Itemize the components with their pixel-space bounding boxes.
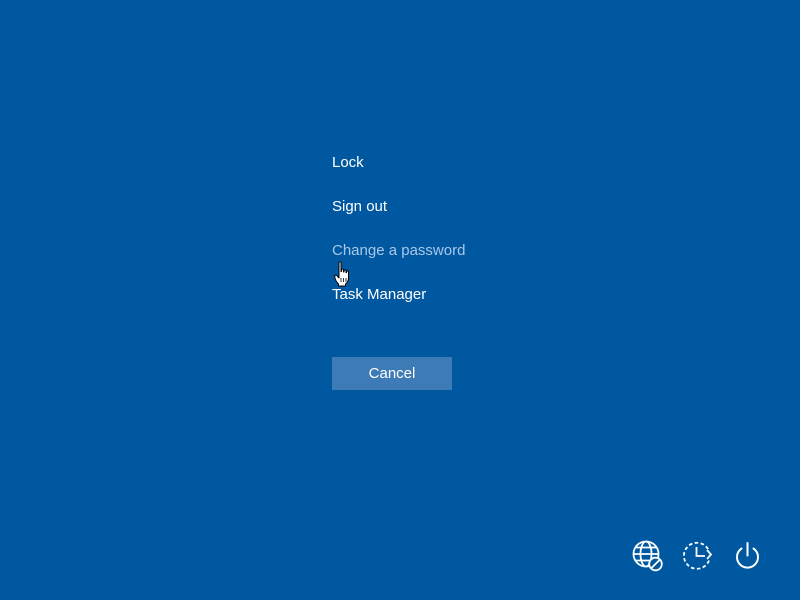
task-manager-option[interactable]: Task Manager (332, 284, 532, 306)
lock-option[interactable]: Lock (332, 152, 532, 174)
system-tray (631, 539, 764, 572)
cancel-button[interactable]: Cancel (332, 357, 452, 390)
security-options-menu: Lock Sign out Change a password Task Man… (332, 152, 532, 328)
network-disconnected-icon[interactable] (631, 539, 664, 572)
sign-out-option[interactable]: Sign out (332, 196, 532, 218)
change-password-option[interactable]: Change a password (332, 240, 532, 262)
hand-pointer-icon (334, 261, 349, 287)
power-icon[interactable] (731, 539, 764, 572)
ease-of-access-icon[interactable] (681, 539, 714, 572)
